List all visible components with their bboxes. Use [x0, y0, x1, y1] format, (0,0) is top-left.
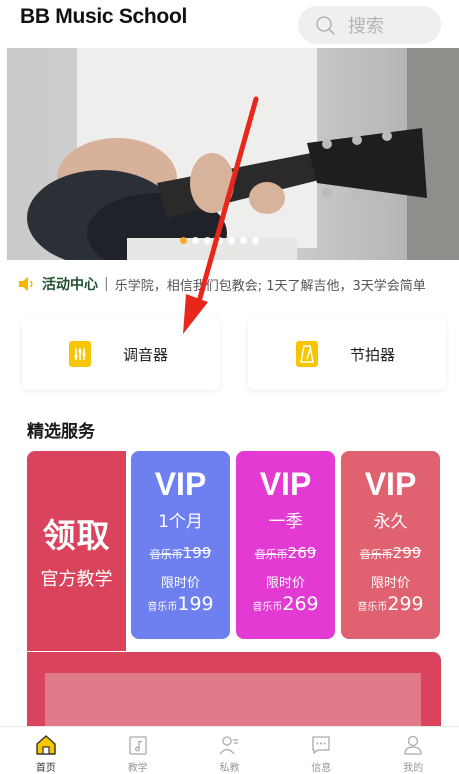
- notice-separator: |: [104, 276, 109, 292]
- tab-home[interactable]: 首页: [0, 727, 92, 774]
- search-placeholder: 搜索: [348, 16, 384, 37]
- carousel-dot[interactable]: [216, 237, 223, 244]
- vip-limit-label: 限时价: [160, 576, 200, 591]
- speaker-icon: [19, 277, 33, 291]
- notice-title: 活动中心: [42, 277, 98, 293]
- bottom-tab-bar: 首页 教学 私教 信息 我的: [0, 726, 459, 774]
- tab-label: 首页: [35, 763, 56, 774]
- vip-period: 永久: [373, 512, 408, 532]
- tab-message[interactable]: 信息: [275, 727, 367, 774]
- vip-original-price: 音乐币199: [149, 544, 212, 562]
- banner-carousel[interactable]: [7, 48, 459, 260]
- tab-profile[interactable]: 我的: [367, 727, 459, 774]
- vip-title: VIP: [364, 466, 417, 502]
- tab-label: 教学: [127, 763, 148, 774]
- tuner-icon: [69, 341, 91, 367]
- tab-private-tutor[interactable]: 私教: [184, 727, 276, 774]
- vip-limit-label: 限时价: [265, 576, 305, 591]
- metronome-icon: [296, 341, 318, 367]
- tab-label: 私教: [219, 763, 240, 774]
- metronome-card[interactable]: 节拍器: [248, 318, 446, 390]
- carousel-dot[interactable]: [240, 237, 247, 244]
- metronome-label: 节拍器: [350, 345, 396, 364]
- search-icon: [316, 16, 335, 35]
- private-tutor-icon: [219, 736, 239, 755]
- vip-card-forever[interactable]: VIP 永久 音乐币299 限时价 音乐币299: [341, 451, 440, 639]
- search-box[interactable]: 搜索: [298, 6, 441, 44]
- section-title: 精选服务: [27, 422, 95, 442]
- carousel-dot[interactable]: [228, 237, 235, 244]
- header: BB Music School 搜索: [0, 0, 459, 44]
- vip-limit-label: 限时价: [370, 576, 410, 591]
- tuner-card[interactable]: 调音器: [22, 318, 220, 390]
- carousel-indicator: [180, 237, 259, 244]
- vip-card-month[interactable]: VIP 1个月 音乐币199 限时价 音乐币199: [131, 451, 230, 639]
- tab-teaching[interactable]: 教学: [92, 727, 184, 774]
- notice-text: 乐学院，相信我们包教会; 1天了解吉他，3天学会简单: [114, 278, 426, 294]
- guitar-photo: [7, 48, 459, 260]
- promo-bottom-inner: [45, 673, 421, 733]
- tab-label: 信息: [311, 763, 332, 774]
- vip-price: 音乐币299: [357, 593, 424, 615]
- vip-original-price: 音乐币299: [359, 544, 422, 562]
- vip-period: 一季: [268, 512, 303, 532]
- profile-icon: [404, 735, 422, 755]
- vip-card-season[interactable]: VIP 一季 音乐币269 限时价 音乐币269: [236, 451, 335, 639]
- tab-label: 我的: [403, 763, 424, 774]
- vip-title: VIP: [154, 466, 207, 502]
- vip-original-price: 音乐币269: [254, 544, 317, 562]
- tuner-label: 调音器: [123, 345, 169, 364]
- vip-price: 音乐币269: [252, 593, 319, 615]
- teaching-icon: [129, 736, 147, 755]
- carousel-dot[interactable]: [192, 237, 199, 244]
- promo-big-text: 领取: [42, 516, 111, 555]
- vip-period: 1个月: [158, 512, 203, 532]
- app-title: BB Music School: [20, 5, 188, 28]
- carousel-dot[interactable]: [180, 237, 187, 244]
- promo-claim-card[interactable]: 领取 官方教学: [27, 451, 126, 651]
- notice-bar[interactable]: 活动中心 | 乐学院，相信我们包教会; 1天了解吉他，3天学会简单: [0, 266, 459, 302]
- carousel-dot[interactable]: [252, 237, 259, 244]
- message-icon: [312, 736, 330, 754]
- vip-price: 音乐币199: [147, 593, 214, 615]
- home-icon: [36, 735, 56, 755]
- promo-sub-text: 官方教学: [40, 569, 113, 590]
- vip-title: VIP: [259, 466, 312, 502]
- carousel-dot[interactable]: [204, 237, 211, 244]
